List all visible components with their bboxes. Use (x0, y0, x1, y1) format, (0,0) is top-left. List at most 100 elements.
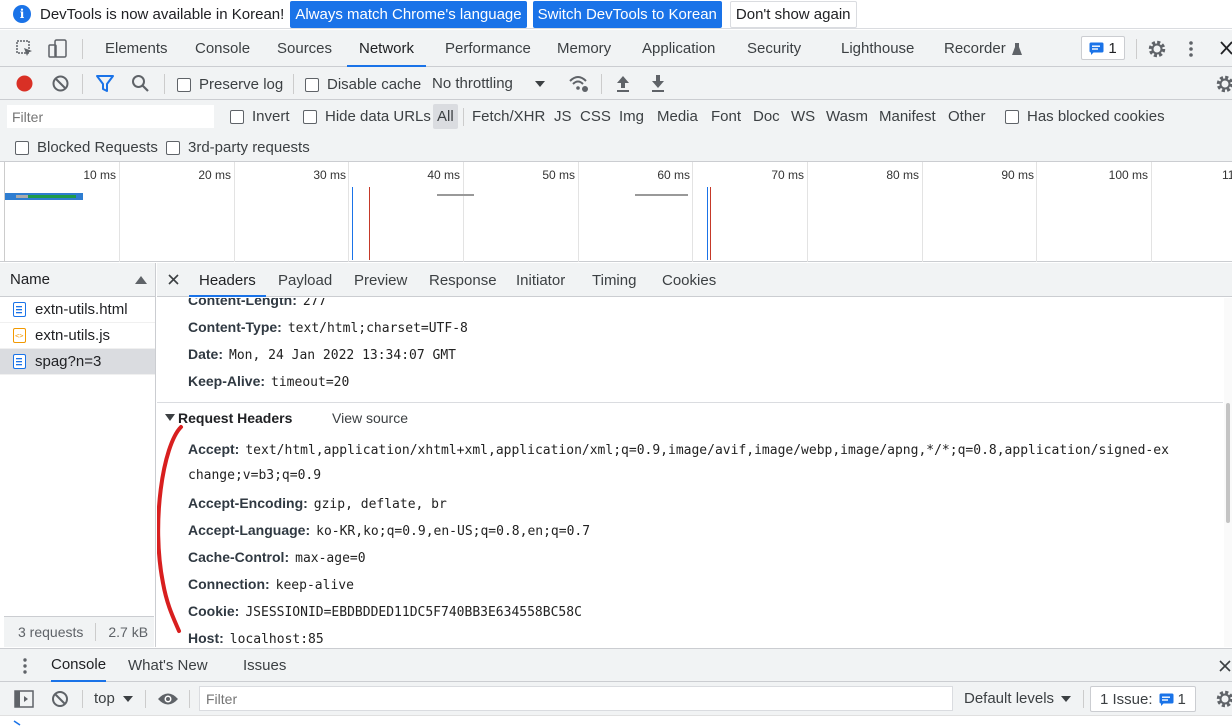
network-settings-gear-icon[interactable] (1215, 74, 1232, 94)
filter-type-js[interactable]: JS (554, 100, 572, 133)
console-settings-gear-icon[interactable] (1215, 689, 1232, 709)
tab-timing[interactable]: Timing (592, 263, 636, 297)
third-party-checkbox[interactable]: 3rd-party requests (166, 139, 310, 156)
tab-performance[interactable]: Performance (445, 30, 531, 67)
filter-type-doc[interactable]: Doc (753, 100, 780, 133)
network-conditions-icon[interactable] (568, 74, 590, 93)
has-blocked-cookies-box[interactable] (1005, 109, 1019, 124)
switch-to-korean-button[interactable]: Switch DevTools to Korean (532, 0, 722, 28)
name-column-header[interactable]: Name (0, 263, 155, 297)
network-toolbar: Preserve log Disable cache No throttling (0, 67, 1232, 100)
search-icon[interactable] (131, 74, 150, 93)
filter-type-other[interactable]: Other (948, 100, 986, 133)
header-name: Cache-Control: (188, 549, 290, 565)
filter-type-fetch-xhr[interactable]: Fetch/XHR (472, 100, 545, 133)
issues-badge-button[interactable]: 1 (1081, 36, 1125, 60)
disable-cache-checkbox[interactable]: Disable cache (305, 76, 421, 93)
invert-checkbox[interactable]: Invert (230, 108, 290, 125)
device-toolbar-icon[interactable] (48, 39, 68, 59)
inspect-element-icon[interactable] (16, 40, 34, 58)
tab-console[interactable]: Console (195, 30, 250, 67)
filter-type-font[interactable]: Font (711, 100, 741, 133)
request-row[interactable]: extn-utils.html (0, 297, 155, 323)
tab-recorder-label: Recorder (944, 40, 1006, 57)
request-row-selected[interactable]: spag?n=3 (0, 349, 155, 375)
response-header-row: Content-Type: text/html;charset=UTF-8 (188, 319, 468, 336)
clear-console-icon[interactable] (51, 690, 69, 708)
request-header-row: Connection: keep-alive (188, 576, 354, 593)
tab-preview[interactable]: Preview (354, 263, 407, 297)
tab-memory[interactable]: Memory (557, 30, 611, 67)
context-selector[interactable]: top (94, 690, 133, 707)
tab-security[interactable]: Security (747, 30, 801, 67)
console-filter-input[interactable] (199, 686, 953, 711)
filter-type-wasm[interactable]: Wasm (826, 100, 868, 133)
hide-data-urls-checkbox[interactable]: Hide data URLs (303, 108, 431, 125)
clear-icon[interactable] (51, 74, 70, 93)
filter-type-ws[interactable]: WS (791, 100, 815, 133)
log-levels-select[interactable]: Default levels (964, 690, 1072, 707)
hide-data-urls-box[interactable] (303, 109, 317, 124)
more-options-icon[interactable] (1188, 39, 1194, 59)
request-row[interactable]: <> extn-utils.js (0, 323, 155, 349)
request-name: extn-utils.js (35, 327, 111, 344)
drawer-menu-icon[interactable] (22, 657, 28, 675)
console-prompt-area[interactable] (0, 716, 1232, 727)
filter-funnel-icon[interactable] (95, 74, 115, 93)
always-match-language-button[interactable]: Always match Chrome's language (290, 0, 527, 28)
header-name: Connection: (188, 576, 270, 592)
headers-scrollbar[interactable] (1224, 298, 1232, 647)
record-icon[interactable] (15, 74, 34, 93)
tab-application[interactable]: Application (642, 30, 715, 67)
console-sidebar-icon[interactable] (14, 690, 34, 708)
filter-type-img[interactable]: Img (619, 100, 644, 133)
filter-type-css[interactable]: CSS (580, 100, 611, 133)
disable-cache-box[interactable] (305, 77, 319, 92)
export-har-icon[interactable] (650, 74, 666, 93)
dont-show-again-button[interactable]: Don't show again (729, 0, 857, 28)
filter-input[interactable] (7, 105, 214, 128)
timeline-bar (635, 194, 688, 196)
timeline-tick-label: 40 ms (427, 168, 460, 182)
tab-headers[interactable]: Headers (189, 263, 266, 297)
close-devtools-icon[interactable] (1220, 41, 1232, 55)
view-source-link[interactable]: View source (332, 410, 408, 426)
tab-network[interactable]: Network (346, 30, 427, 67)
drawer-tab-console[interactable]: Console (51, 649, 107, 682)
close-detail-icon[interactable] (168, 274, 179, 285)
tab-recorder[interactable]: Recorder (944, 30, 1023, 67)
close-drawer-icon[interactable] (1219, 660, 1231, 672)
scrollbar-thumb[interactable] (1226, 403, 1230, 523)
tab-elements[interactable]: Elements (105, 30, 168, 67)
settings-gear-icon[interactable] (1147, 39, 1167, 59)
filter-type-all[interactable]: All (433, 104, 458, 129)
filter-type-manifest[interactable]: Manifest (879, 100, 936, 133)
request-summary: 3 requests 2.7 kB (4, 616, 154, 647)
header-value: 277 (302, 298, 327, 309)
preserve-log-box[interactable] (177, 77, 191, 92)
tab-payload[interactable]: Payload (278, 263, 332, 297)
timeline-tick-label: 10 ms (83, 168, 116, 182)
response-header-row: Content-Length: 277 (188, 298, 326, 309)
blocked-requests-checkbox[interactable]: Blocked Requests (15, 139, 158, 156)
invert-box[interactable] (230, 109, 244, 124)
has-blocked-cookies-checkbox[interactable]: Has blocked cookies (1005, 108, 1165, 125)
tab-response[interactable]: Response (429, 263, 497, 297)
drawer-tab-issues[interactable]: Issues (243, 649, 286, 682)
tab-lighthouse[interactable]: Lighthouse (841, 30, 914, 67)
throttling-value: No throttling (432, 75, 513, 92)
filter-type-media[interactable]: Media (657, 100, 698, 133)
console-issues-button[interactable]: 1 Issue: 1 (1090, 686, 1196, 712)
network-overview-timeline[interactable]: 10 ms 20 ms 30 ms 40 ms 50 ms 60 ms 70 m… (0, 162, 1232, 262)
filter-bar-secondary: Blocked Requests 3rd-party requests (0, 133, 1232, 162)
third-party-box[interactable] (166, 140, 180, 155)
tab-sources[interactable]: Sources (277, 30, 332, 67)
throttling-select[interactable]: No throttling (432, 75, 545, 92)
tab-cookies[interactable]: Cookies (662, 263, 716, 297)
import-har-icon[interactable] (615, 74, 631, 93)
drawer-tab-whats-new[interactable]: What's New (128, 649, 208, 682)
preserve-log-checkbox[interactable]: Preserve log (177, 76, 283, 93)
live-expression-eye-icon[interactable] (157, 691, 179, 707)
blocked-requests-box[interactable] (15, 140, 29, 155)
tab-initiator[interactable]: Initiator (516, 263, 565, 297)
